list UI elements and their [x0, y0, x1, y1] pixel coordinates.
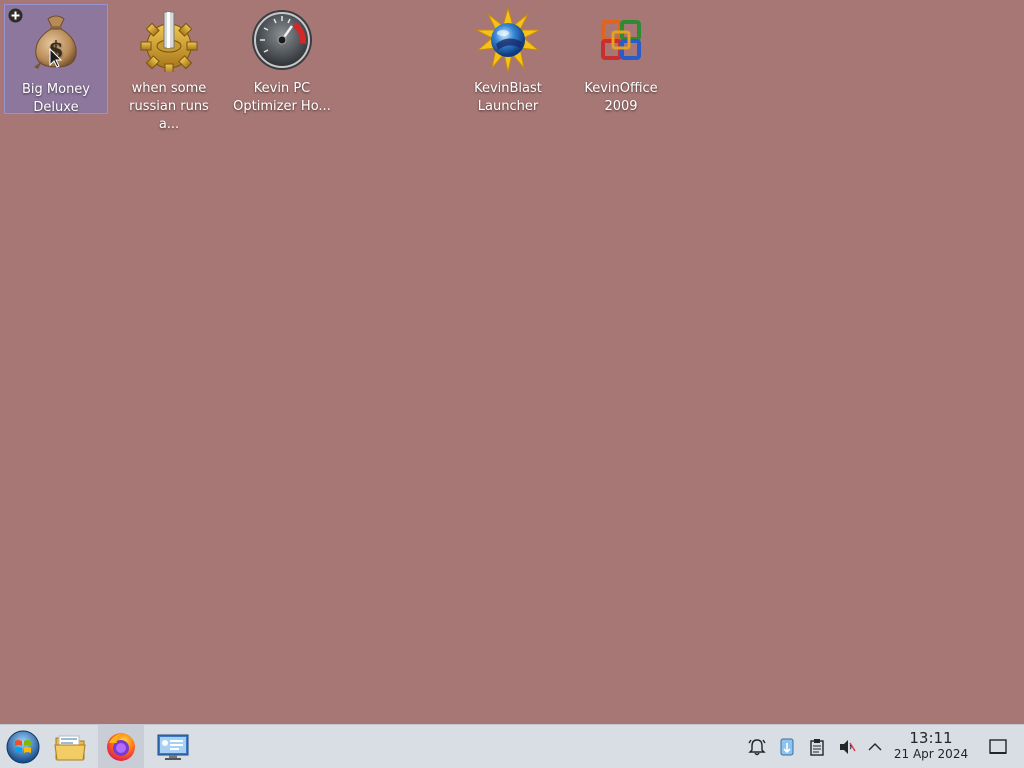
desktop[interactable]: $ Big Money Deluxe when some russian run… [0, 0, 1024, 724]
icon-label: KevinBlast Launcher [474, 81, 542, 114]
plus-icon[interactable] [8, 8, 23, 23]
desktop-icon-big-money-deluxe[interactable]: $ Big Money Deluxe [4, 4, 108, 115]
taskbar: 13:11 21 Apr 2024 [0, 724, 1024, 768]
file-manager-button[interactable] [47, 725, 93, 768]
desktop-icon-kevin-pc-optimizer[interactable]: Kevin PC Optimizer Ho... [230, 4, 334, 114]
blast-globe-icon [476, 8, 540, 72]
folder-icon [54, 735, 86, 760]
icon-label: KevinOffice 2009 [584, 81, 658, 114]
start-orb-icon [6, 730, 40, 763]
firefox-icon [107, 732, 135, 761]
icon-label: when some russian runs a... [129, 81, 209, 132]
start-menu-button[interactable] [0, 725, 46, 768]
system-settings-button[interactable] [150, 725, 196, 768]
speaker-muted-icon[interactable] [837, 737, 857, 757]
clock[interactable]: 13:11 21 Apr 2024 [890, 729, 972, 762]
clock-time: 13:11 [909, 729, 953, 747]
update-icon[interactable] [777, 737, 797, 757]
alarm-bell-icon[interactable] [747, 737, 767, 757]
desktop-icon-kevinoffice-2009[interactable]: KevinOffice 2009 [569, 4, 673, 114]
settings-panel-icon [157, 734, 189, 760]
firefox-button[interactable] [98, 725, 144, 768]
speedometer-icon [252, 10, 312, 70]
clipboard-icon[interactable] [807, 737, 827, 757]
office-logo-icon [601, 20, 641, 60]
clock-date: 21 Apr 2024 [893, 747, 969, 761]
show-desktop-icon[interactable] [988, 737, 1008, 757]
desktop-icon-russian-runs[interactable]: when some russian runs a... [117, 4, 221, 132]
desktop-icon-kevinblast-launcher[interactable]: KevinBlast Launcher [456, 4, 560, 114]
icon-label: Kevin PC Optimizer Ho... [233, 81, 331, 114]
icon-label: Big Money Deluxe [21, 82, 90, 115]
money-bag-icon: $ [34, 15, 77, 69]
chevron-up-icon[interactable] [865, 737, 885, 757]
gear-icon [140, 11, 198, 72]
